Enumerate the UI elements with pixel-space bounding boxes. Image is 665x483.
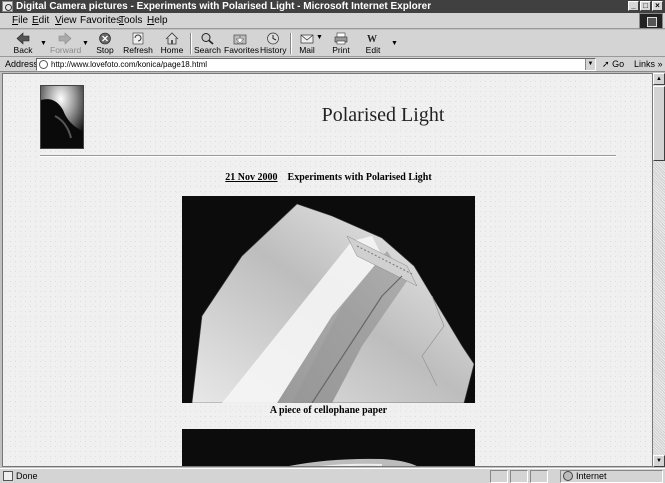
history-label: History [260,45,287,55]
page-content: Polarised Light 21 Nov 2000 Experiments … [2,73,653,467]
search-icon [200,32,214,45]
search-button[interactable]: Search [194,31,221,56]
mail-dropdown-icon[interactable]: ▼ [316,34,323,41]
address-label: Address [5,59,39,69]
status-text: Done [16,471,38,481]
mail-icon [300,32,314,45]
entry-header: 21 Nov 2000 Experiments with Polarised L… [3,172,652,183]
home-label: Home [160,45,184,55]
vertical-scrollbar[interactable]: ▲ ▼ [653,73,665,467]
zone-text: Internet [576,471,607,481]
home-icon [165,32,179,45]
address-dropdown-icon[interactable]: ▼ [585,59,595,70]
stop-button[interactable]: Stop [92,31,118,56]
go-button[interactable]: ➚ Go [602,58,624,70]
menu-bar: File Edit View Favorites Tools Help [0,13,665,29]
status-cell [510,470,528,483]
edit-label: Edit [365,45,381,55]
go-label: Go [612,59,625,69]
back-arrow-icon [16,32,30,45]
minimize-button[interactable]: _ [628,1,639,11]
date-link[interactable]: 21 Nov 2000 [225,172,277,183]
page-icon [39,60,48,69]
maximize-button[interactable]: □ [640,1,651,11]
edit-icon: W [366,32,380,45]
menu-help-label: elp [154,15,168,26]
back-label: Back [13,45,33,55]
divider [40,155,616,157]
page-title: Polarised Light [321,104,445,126]
address-field[interactable]: ▼ [36,58,596,71]
links-button[interactable]: Links » [634,58,663,70]
cellophane-photo [182,196,475,403]
second-photo [182,429,475,466]
browser-window: Digital Camera pictures - Experiments wi… [0,0,665,483]
stop-icon [98,32,112,45]
ie-icon [2,1,13,12]
status-cell [490,470,508,483]
refresh-icon [131,32,145,45]
forward-button[interactable]: Forward [50,31,82,56]
history-button[interactable]: History [260,31,286,56]
stop-label: Stop [96,45,114,55]
menu-view[interactable]: View [55,15,77,27]
photo-caption: A piece of cellophane paper [269,405,388,416]
menu-favorites[interactable]: Favorites [80,15,121,27]
menu-help[interactable]: Help [147,15,168,27]
svg-text:W: W [367,34,377,45]
menu-tools[interactable]: Tools [119,15,142,27]
chevron-right-icon: » [657,59,663,69]
menu-edit-label: dit [38,15,50,26]
menu-file-label: ile [18,15,29,26]
title-bar: Digital Camera pictures - Experiments wi… [0,0,665,13]
menu-file[interactable]: File [12,15,28,27]
internet-globe-icon [563,471,573,481]
scroll-up-icon[interactable]: ▲ [653,73,665,85]
back-dropdown-icon[interactable]: ▼ [40,40,47,47]
toolbar-separator [290,33,292,54]
entry-title: Experiments with Polarised Light [287,172,432,183]
scroll-thumb[interactable] [653,86,665,161]
windows-logo-icon [639,13,663,29]
menu-view-label: iew [61,15,77,26]
forward-label: Forward [50,45,82,55]
print-label: Print [332,45,350,55]
edit-button[interactable]: W Edit [360,31,386,56]
edit-dropdown-icon[interactable]: ▼ [391,40,398,47]
window-title: Digital Camera pictures - Experiments wi… [16,1,432,12]
links-label: Links [634,59,656,69]
toolbar: Back ▼ Forward ▼ Stop Refresh Home Searc… [0,30,665,57]
home-button[interactable]: Home [158,31,186,56]
menu-tools-label: ools [124,15,143,26]
scroll-down-icon[interactable]: ▼ [653,455,665,467]
menu-favorites-label: Favorites [80,15,122,26]
print-button[interactable]: Print [328,31,354,56]
history-icon [266,32,280,45]
print-icon [334,32,348,45]
forward-arrow-icon [58,32,72,45]
favorites-icon [233,32,247,45]
refresh-label: Refresh [123,45,153,55]
logo-image [40,85,84,149]
forward-dropdown-icon[interactable]: ▼ [82,40,89,47]
menu-edit[interactable]: Edit [32,15,49,27]
status-bar: Done Internet [0,468,665,483]
address-input[interactable] [51,59,581,70]
entry-spacer [280,172,285,183]
favorites-button[interactable]: Favorites [224,31,259,56]
refresh-button[interactable]: Refresh [122,31,154,56]
search-label: Search [194,45,221,55]
status-cell [530,470,548,483]
toolbar-separator [190,33,192,54]
go-arrow-icon: ➚ [602,59,610,69]
menu-edit-mnemonic: E [32,15,39,26]
page-done-icon [3,471,13,481]
mail-label: Mail [299,45,315,55]
back-button[interactable]: Back [8,31,38,56]
address-bar: Address ▼ ➚ Go Links » [0,57,665,72]
close-button[interactable]: × [652,1,663,11]
favorites-label: Favorites [224,45,259,55]
